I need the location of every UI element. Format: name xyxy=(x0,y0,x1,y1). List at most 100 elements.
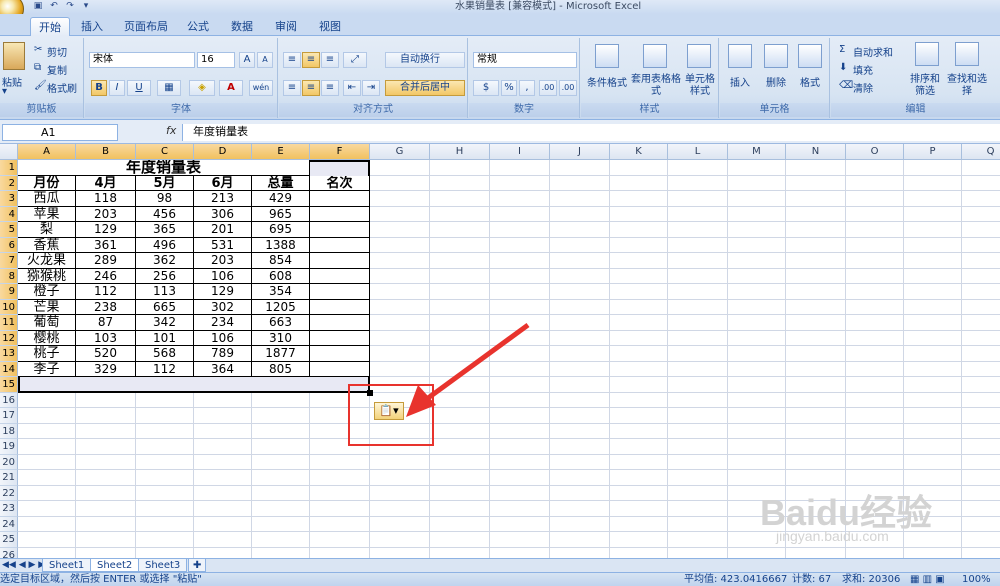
table-cell[interactable]: 猕猴桃 xyxy=(18,268,76,284)
table-cell[interactable]: 568 xyxy=(136,346,194,362)
cell[interactable] xyxy=(252,439,310,455)
table-title[interactable]: 年度销量表 xyxy=(18,160,310,176)
cell[interactable] xyxy=(786,284,846,300)
cell[interactable] xyxy=(370,284,430,300)
cell[interactable] xyxy=(550,423,610,439)
cell[interactable] xyxy=(490,175,550,191)
fx-icon[interactable]: fx xyxy=(166,124,176,137)
cell[interactable] xyxy=(136,516,194,532)
column-header[interactable]: L xyxy=(668,144,728,160)
cell[interactable] xyxy=(252,532,310,548)
cell[interactable] xyxy=(962,176,1000,191)
table-cell[interactable]: 苹果 xyxy=(18,206,76,222)
cell[interactable] xyxy=(490,268,550,284)
cell[interactable] xyxy=(550,160,610,176)
cell[interactable] xyxy=(786,439,846,455)
table-cell[interactable]: 256 xyxy=(136,268,194,284)
row-header[interactable]: 11 xyxy=(0,315,18,331)
table-cell[interactable]: 213 xyxy=(194,191,252,207)
table-cell[interactable] xyxy=(310,315,370,331)
cell[interactable] xyxy=(610,501,668,517)
row-header[interactable]: 20 xyxy=(0,454,18,470)
table-cell[interactable]: 203 xyxy=(194,253,252,269)
table-cell[interactable]: 129 xyxy=(76,222,136,238)
formula-input[interactable]: 年度销量表 xyxy=(182,124,1000,141)
font-name-select[interactable]: 宋体 xyxy=(89,52,195,68)
cell[interactable] xyxy=(430,222,490,238)
cell[interactable] xyxy=(490,547,550,558)
row-header[interactable]: 13 xyxy=(0,346,18,362)
cell[interactable] xyxy=(786,392,846,408)
cell[interactable] xyxy=(846,268,904,284)
table-cell[interactable] xyxy=(310,268,370,284)
table-cell[interactable]: 火龙果 xyxy=(18,253,76,269)
cell[interactable] xyxy=(550,237,610,253)
paste-dropdown-icon[interactable]: ▾ xyxy=(2,86,7,97)
tab-insert[interactable]: 插入 xyxy=(74,17,110,36)
table-header-cell[interactable]: 5月 xyxy=(136,175,194,191)
row-header[interactable]: 22 xyxy=(0,485,18,501)
cell[interactable] xyxy=(728,392,786,408)
cell[interactable] xyxy=(252,547,310,558)
table-cell[interactable]: 496 xyxy=(136,237,194,253)
cell[interactable] xyxy=(904,408,962,424)
cell[interactable] xyxy=(728,206,786,222)
cell[interactable] xyxy=(194,423,252,439)
cell[interactable] xyxy=(962,315,1000,331)
cell[interactable] xyxy=(962,346,1000,362)
row-header[interactable]: 14 xyxy=(0,361,18,377)
sort-filter-icon[interactable] xyxy=(915,42,939,66)
cell[interactable] xyxy=(430,423,490,439)
clear-button[interactable]: 清除 xyxy=(853,80,873,95)
align-middle-icon[interactable]: ≡ xyxy=(302,52,320,68)
cell[interactable] xyxy=(962,517,1000,532)
table-cell[interactable]: 106 xyxy=(194,268,252,284)
table-cell[interactable]: 1877 xyxy=(252,346,310,362)
cell[interactable] xyxy=(194,454,252,470)
cell[interactable] xyxy=(610,392,668,408)
cell[interactable] xyxy=(904,268,962,284)
cell[interactable] xyxy=(430,470,490,486)
format-cells-icon[interactable] xyxy=(798,44,822,68)
paste-icon[interactable] xyxy=(3,42,25,70)
table-cell[interactable]: 桃子 xyxy=(18,346,76,362)
row-header[interactable]: 21 xyxy=(0,470,18,486)
cell[interactable] xyxy=(252,470,310,486)
cell[interactable] xyxy=(786,377,846,393)
cell[interactable] xyxy=(786,299,846,315)
cell[interactable] xyxy=(310,485,370,501)
cell[interactable] xyxy=(194,470,252,486)
column-header[interactable]: G xyxy=(370,144,430,160)
column-header[interactable]: H xyxy=(430,144,490,160)
cell[interactable] xyxy=(668,299,728,315)
table-cell[interactable]: 112 xyxy=(136,361,194,377)
cell[interactable] xyxy=(490,253,550,269)
row-header[interactable]: 25 xyxy=(0,532,18,548)
cell[interactable] xyxy=(490,160,550,176)
cell[interactable] xyxy=(962,284,1000,300)
cell[interactable] xyxy=(962,408,1000,424)
cell[interactable] xyxy=(136,532,194,548)
table-cell[interactable]: 98 xyxy=(136,191,194,207)
row-header[interactable]: 1 xyxy=(0,160,18,176)
fill-button[interactable]: 填充 xyxy=(853,62,873,77)
cell[interactable] xyxy=(786,175,846,191)
cell[interactable] xyxy=(136,547,194,558)
cell[interactable] xyxy=(728,330,786,346)
cell[interactable] xyxy=(430,501,490,517)
table-cell[interactable]: 101 xyxy=(136,330,194,346)
table-cell[interactable]: 965 xyxy=(252,206,310,222)
cell[interactable] xyxy=(962,300,1000,315)
cell[interactable] xyxy=(786,315,846,331)
row-header[interactable]: 19 xyxy=(0,439,18,455)
tab-data[interactable]: 数据 xyxy=(224,17,260,36)
cell[interactable] xyxy=(962,439,1000,455)
format-painter-icon[interactable]: 🖌 xyxy=(34,80,47,91)
table-cell[interactable]: 103 xyxy=(76,330,136,346)
cell[interactable] xyxy=(668,547,728,558)
cell[interactable] xyxy=(430,485,490,501)
cell[interactable] xyxy=(846,175,904,191)
cell[interactable] xyxy=(136,470,194,486)
cell[interactable] xyxy=(194,501,252,517)
cell[interactable] xyxy=(728,454,786,470)
